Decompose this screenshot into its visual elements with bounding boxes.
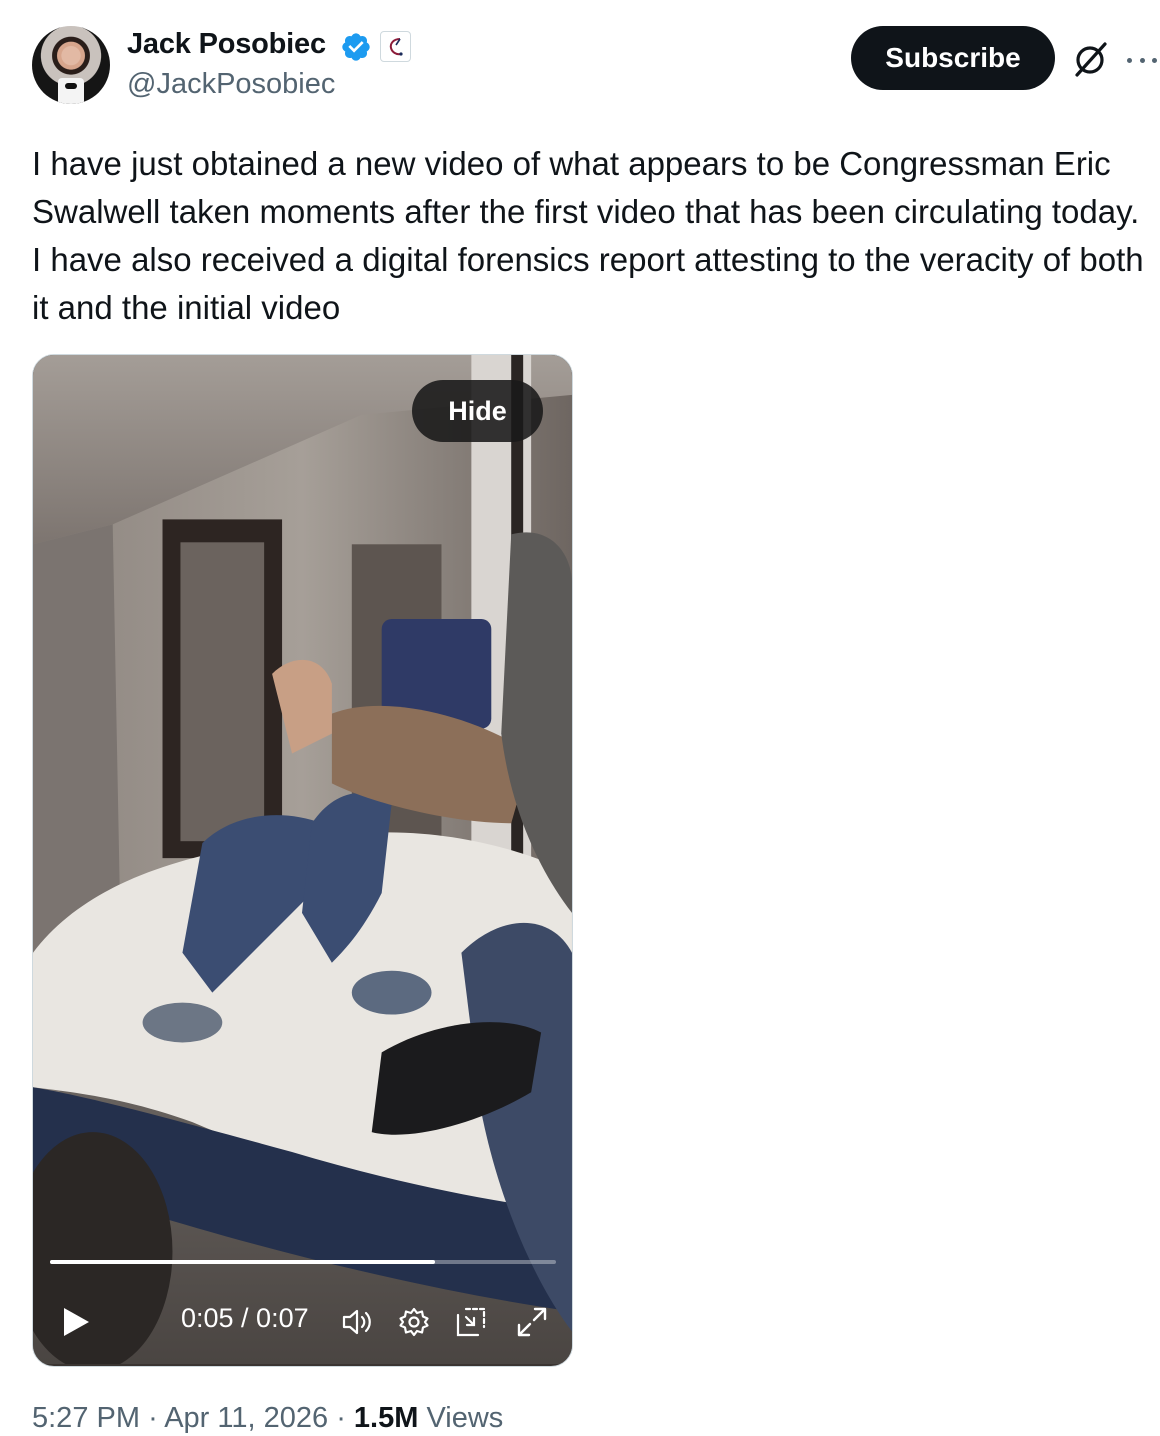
- author-avatar[interactable]: [32, 26, 110, 104]
- settings-icon[interactable]: [397, 1305, 431, 1339]
- affiliation-badge[interactable]: [380, 31, 411, 62]
- grok-icon[interactable]: [1072, 40, 1110, 78]
- subscribe-button[interactable]: Subscribe: [851, 26, 1055, 90]
- fullscreen-icon[interactable]: [515, 1305, 549, 1339]
- avatar-bowtie: [65, 83, 77, 89]
- video-time: 0:05 / 0:07: [181, 1303, 309, 1333]
- more-dot: [1127, 57, 1132, 63]
- more-dot: [1152, 57, 1157, 63]
- views-label: Views: [426, 1402, 504, 1434]
- tweet-time[interactable]: 5:27 PM: [32, 1402, 140, 1434]
- video-player[interactable]: Hide 0:05 / 0:07: [32, 354, 573, 1367]
- video-progress-bar[interactable]: [50, 1260, 556, 1264]
- hide-media-button[interactable]: Hide: [412, 380, 543, 442]
- play-icon[interactable]: [59, 1305, 93, 1339]
- picture-in-picture-icon[interactable]: [454, 1305, 488, 1339]
- video-controls: 0:05 / 0:07: [33, 1285, 572, 1355]
- more-dot: [1139, 57, 1145, 63]
- tweet-meta: 5:27 PM · Apr 11, 2026 · 1.5M Views: [32, 1402, 503, 1435]
- affiliation-logo-icon: [389, 37, 403, 56]
- volume-icon[interactable]: [340, 1305, 374, 1339]
- author-handle[interactable]: @JackPosobiec: [127, 68, 335, 101]
- video-frame: [33, 355, 572, 1365]
- views-count[interactable]: 1.5M: [354, 1402, 418, 1434]
- verified-badge-icon[interactable]: [340, 31, 372, 63]
- meta-separator: ·: [336, 1402, 346, 1434]
- tweet-text: I have just obtained a new video of what…: [32, 145, 1144, 326]
- avatar-shirt: [58, 78, 84, 104]
- tweet-date[interactable]: Apr 11, 2026: [164, 1402, 328, 1434]
- video-progress-fill: [50, 1260, 435, 1264]
- more-options-icon[interactable]: [1124, 42, 1160, 78]
- author-name[interactable]: Jack Posobiec: [127, 28, 326, 61]
- meta-separator: ·: [148, 1402, 158, 1434]
